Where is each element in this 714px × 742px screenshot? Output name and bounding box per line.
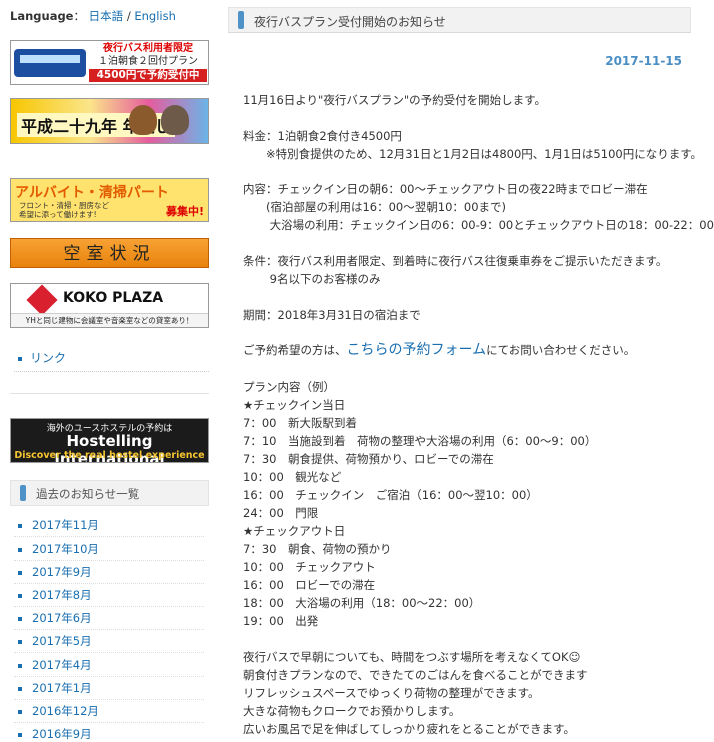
- content-line: 内容：チェックイン日の朝6：00〜チェックアウト日の夜22時までロビー滞在: [243, 182, 648, 196]
- closing-line: 大きな荷物もクロークでお預かりします。: [243, 704, 461, 718]
- bus-plan-banner[interactable]: 夜行バス利用者限定 １泊朝食２回付プラン 4500円で予約受付中: [10, 40, 209, 85]
- plan-line: 7：30 朝食、荷物の預かり: [243, 542, 392, 556]
- closing-line: 広いお風呂で足を伸ばしてしっかり疲れをとることができます。: [243, 722, 576, 736]
- bus-icon: [14, 49, 86, 77]
- lang-english-link[interactable]: English: [134, 9, 176, 23]
- divider: [14, 371, 209, 372]
- archive-link[interactable]: 2017年10月: [14, 541, 208, 561]
- plan-heading: プラン内容（例）: [243, 380, 335, 394]
- bullet-icon: [18, 593, 22, 598]
- bullet-icon: [18, 709, 22, 714]
- vacancy-banner[interactable]: 空室状況: [10, 238, 209, 268]
- plan-line: 16：00 チェックイン ご宿泊（16：00〜翌10：00）: [243, 488, 538, 502]
- fee-text: 料金：1泊朝食2食付き4500円: [243, 129, 402, 143]
- archive-heading: 過去のお知らせ一覧: [10, 480, 209, 506]
- article-title: 夜行バスプラン受付開始のお知らせ: [254, 15, 446, 29]
- heading-marker-icon: [20, 485, 26, 501]
- fee-note: ※特別食提供のため、12月31日と1月2日は4800円、1月1日は5100円にな…: [243, 147, 703, 161]
- reserve-text: ご予約希望の方は、こちらの予約フォームにてお問い合わせください。: [243, 342, 636, 358]
- bullet-icon: [18, 547, 22, 552]
- archive-link[interactable]: 2017年9月: [14, 564, 208, 584]
- heading-marker-icon: [238, 11, 244, 29]
- sidebar: Language： 日本語 / English 夜行バス利用者限定 １泊朝食２回…: [0, 0, 215, 741]
- koko-plaza-banner[interactable]: KOKO PLAZA YHと同じ建物に会議室や音楽室などの貸室あり！: [10, 283, 209, 328]
- parttime-recruit-banner[interactable]: アルバイト・清掃パート フロント・清掃・厨房など 希望に添って働けます! 募集中!: [10, 178, 209, 222]
- plan-line: 18：00 大浴場の利用（18：00〜22：00）: [243, 596, 481, 610]
- bullet-icon: [18, 732, 22, 737]
- plan-line: 24：00 門限: [243, 506, 319, 520]
- bear-icon: [161, 105, 189, 135]
- bear-icon: [129, 105, 157, 135]
- intro-text: 11月16日より"夜行バスプラン"の予約受付を開始します。: [243, 93, 546, 107]
- archive-link[interactable]: 2017年11月: [14, 517, 208, 537]
- plan-line: 7：10 当施設到着 荷物の整理や大浴場の利用（6：00〜9：00）: [243, 434, 597, 448]
- divider: [10, 393, 209, 394]
- plan-line: 7：00 新大阪駅到着: [243, 416, 357, 430]
- condition-line: 9名以下のお客様のみ: [243, 272, 381, 286]
- article-date: 2017-11-15: [605, 54, 682, 68]
- closing-line: 夜行バスで早朝についても、時間をつぶす場所を考えなくてOK☺: [243, 650, 581, 664]
- article-title-bar: 夜行バスプラン受付開始のお知らせ: [228, 7, 691, 33]
- language-switcher: Language： 日本語 / English: [10, 9, 176, 23]
- archive-link[interactable]: 2017年5月: [14, 633, 208, 653]
- article: 夜行バスプラン受付開始のお知らせ 2017-11-15 11月16日より"夜行バ…: [228, 0, 714, 740]
- closing-line: リフレッシュスペースでゆっくり荷物の整理ができます。: [243, 686, 540, 700]
- bullet-icon: [18, 570, 22, 575]
- plan-line: 19：00 出発: [243, 614, 319, 628]
- language-label: Language: [10, 9, 74, 23]
- plan-line: 16：00 ロビーでの滞在: [243, 578, 376, 592]
- archive-link[interactable]: 2017年6月: [14, 610, 208, 630]
- archive-link[interactable]: 2017年4月: [14, 657, 208, 677]
- plan-line: ★チェックアウト日: [243, 524, 346, 538]
- new-year-banner[interactable]: 平成二十九年 年越し: [10, 98, 209, 144]
- content-line: (宿泊部屋の利用は16：00〜翌朝10：00まで): [243, 200, 507, 214]
- reservation-form-link[interactable]: こちらの予約フォーム: [347, 342, 487, 358]
- content-line: 大浴場の利用：チェックイン日の6：00-9：00とチェックアウト日の18：00-…: [243, 218, 714, 232]
- archive-link[interactable]: 2017年1月: [14, 680, 208, 700]
- hostelling-international-banner[interactable]: 海外のユースホステルの予約は Hostelling International …: [10, 418, 209, 463]
- period-text: 期間：2018年3月31日の宿泊まで: [243, 308, 421, 322]
- plan-line: ★チェックイン当日: [243, 398, 346, 412]
- bullet-icon: [18, 686, 22, 691]
- link-item[interactable]: リンク: [18, 349, 66, 366]
- bullet-icon: [18, 523, 22, 528]
- bullet-icon: [18, 616, 22, 621]
- closing-line: 朝食付きプランなので、できたてのごはんを食べることができます: [243, 668, 588, 682]
- bullet-icon: [18, 663, 22, 668]
- plan-line: 10：00 チェックアウト: [243, 560, 376, 574]
- bullet-icon: [18, 356, 22, 361]
- koko-logo-icon: [26, 284, 58, 316]
- plan-line: 10：00 観光など: [243, 470, 342, 484]
- lang-japanese-link[interactable]: 日本語: [89, 9, 124, 23]
- archive-link[interactable]: 2016年12月: [14, 703, 208, 723]
- bullet-icon: [18, 639, 22, 644]
- plan-line: 7：30 朝食提供、荷物預かり、ロビーでの滞在: [243, 452, 494, 466]
- archive-link[interactable]: 2017年8月: [14, 587, 208, 607]
- condition-line: 条件：夜行バス利用者限定、到着時に夜行バス往復乗車券をご提示いただきます。: [243, 254, 668, 268]
